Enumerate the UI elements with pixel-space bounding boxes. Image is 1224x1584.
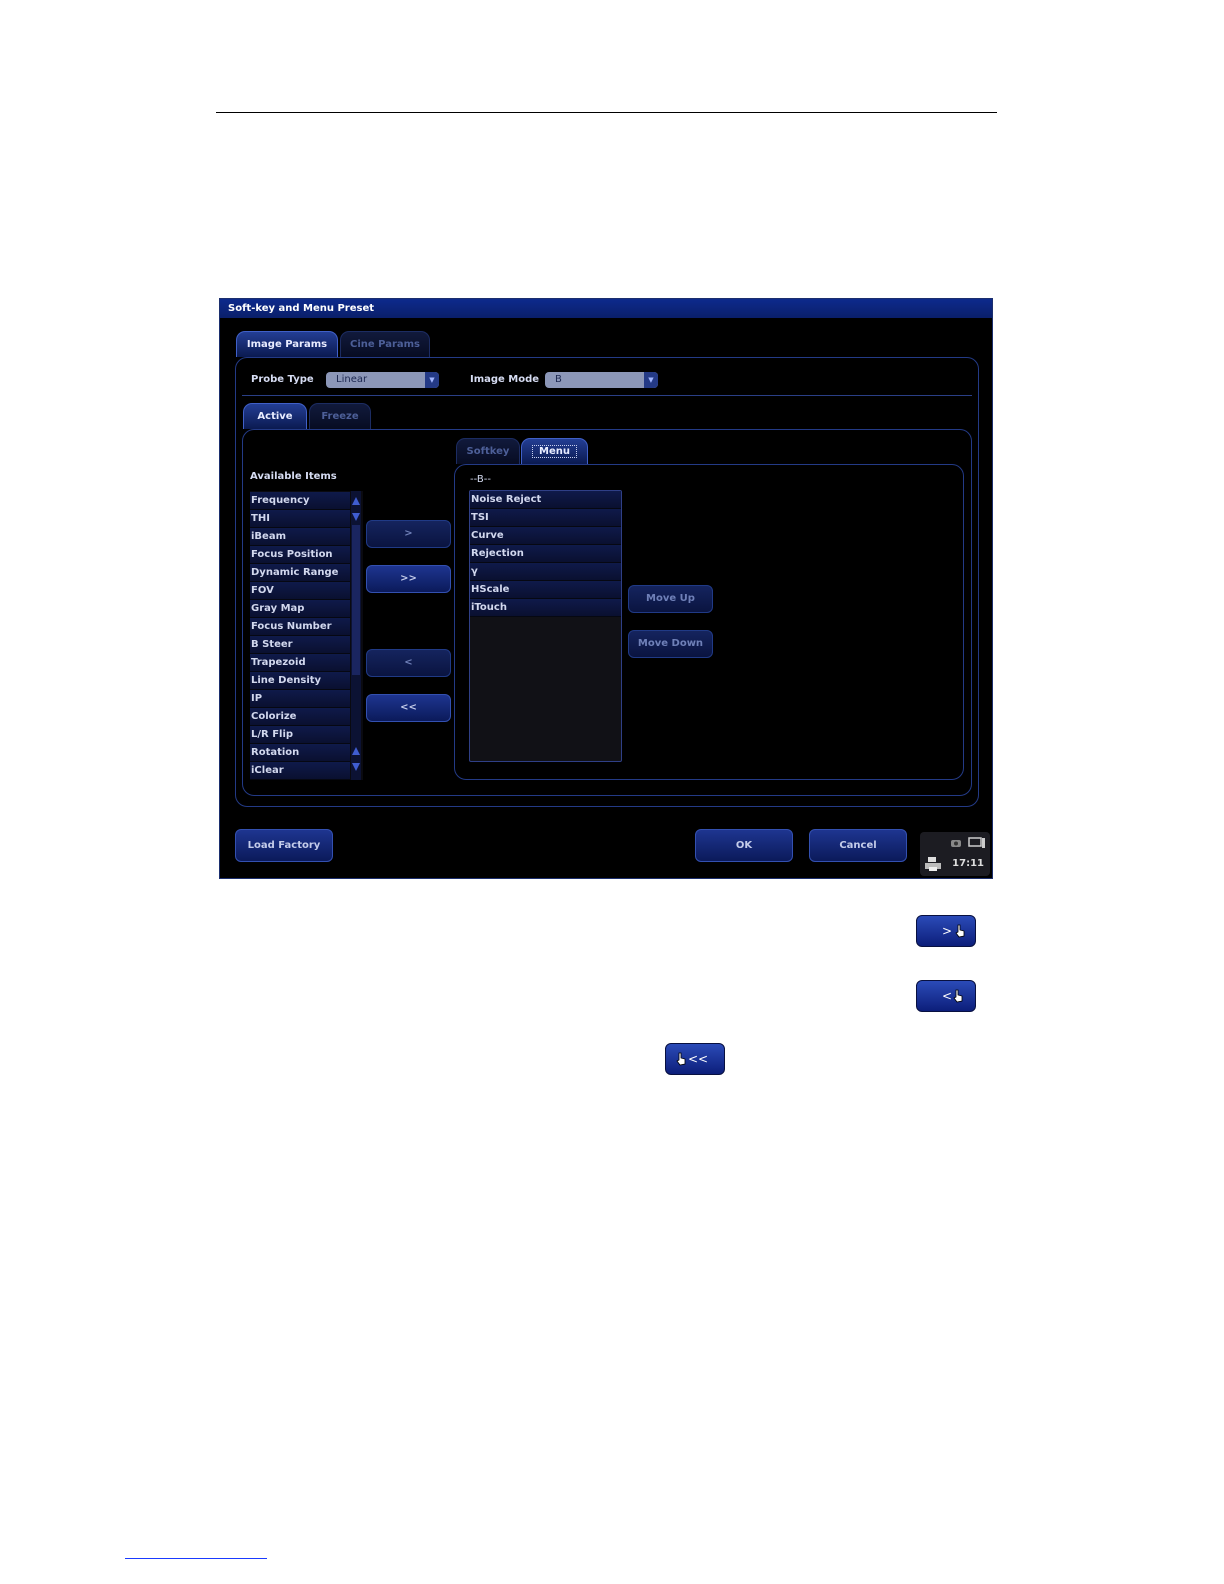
scroll-up-icon[interactable] xyxy=(352,747,360,755)
list-item[interactable]: iClear xyxy=(250,762,350,780)
list-item[interactable]: Line Density xyxy=(250,672,350,690)
page-header-rule xyxy=(216,112,997,113)
cancel-button[interactable]: Cancel xyxy=(809,829,907,862)
list-item[interactable]: γ xyxy=(470,563,621,581)
list-item[interactable]: Rejection xyxy=(470,545,621,563)
list-item[interactable]: Curve xyxy=(470,527,621,545)
tab-active[interactable]: Active xyxy=(243,403,307,429)
printer-icon xyxy=(925,857,941,871)
remove-item-button-inline: < xyxy=(916,980,976,1012)
list-item[interactable]: Gray Map xyxy=(250,600,350,618)
chevron-down-icon: ▼ xyxy=(644,372,658,388)
remove-button-label: < xyxy=(942,989,953,1003)
tab-image-params[interactable]: Image Params xyxy=(236,331,338,357)
list-item[interactable]: THI xyxy=(250,510,350,528)
list-item[interactable]: iBeam xyxy=(250,528,350,546)
available-items-list[interactable]: Frequency THI iBeam Focus Position Dynam… xyxy=(250,491,363,780)
list-item[interactable]: HScale xyxy=(470,581,621,599)
monitor-icon xyxy=(968,837,985,848)
list-item[interactable]: Focus Number xyxy=(250,618,350,636)
tab-freeze[interactable]: Freeze xyxy=(309,403,371,429)
add-item-button-inline: > xyxy=(916,915,976,947)
add-all-button[interactable]: >> xyxy=(366,565,451,593)
list-item[interactable]: IP xyxy=(250,690,350,708)
list-item[interactable]: B Steer xyxy=(250,636,350,654)
selected-items-list[interactable]: Noise Reject TSI Curve Rejection γ HScal… xyxy=(469,490,622,762)
camera-icon xyxy=(951,840,961,847)
list-item[interactable]: TSI xyxy=(470,509,621,527)
clock-time: 17:11 xyxy=(952,858,984,869)
hand-cursor-icon xyxy=(955,924,965,938)
add-button-label: > xyxy=(942,924,953,938)
remove-all-button-inline: << xyxy=(665,1043,725,1075)
list-item[interactable]: iTouch xyxy=(470,599,621,617)
list-item[interactable]: Noise Reject xyxy=(470,491,621,509)
probe-type-label: Probe Type xyxy=(251,374,314,385)
tab-menu-label: Menu xyxy=(532,445,577,458)
chevron-down-icon: ▼ xyxy=(425,372,439,388)
tab-cine-params[interactable]: Cine Params xyxy=(340,331,430,357)
move-down-button[interactable]: Move Down xyxy=(628,630,713,658)
load-factory-button[interactable]: Load Factory xyxy=(235,829,333,862)
probe-type-value: Linear xyxy=(336,374,368,385)
image-mode-select[interactable]: B ▼ xyxy=(545,372,658,388)
ok-button[interactable]: OK xyxy=(695,829,793,862)
preset-dialog: Soft-key and Menu Preset Image Params Ci… xyxy=(219,298,993,879)
available-items-label: Available Items xyxy=(250,471,337,482)
footer-rule xyxy=(125,1558,267,1559)
list-item[interactable]: L/R Flip xyxy=(250,726,350,744)
available-scrollbar[interactable] xyxy=(351,491,361,780)
list-item[interactable]: Trapezoid xyxy=(250,654,350,672)
hand-cursor-icon xyxy=(676,1052,686,1066)
tab-menu[interactable]: Menu xyxy=(521,438,588,464)
divider xyxy=(242,395,972,396)
selected-header: --B-- xyxy=(470,474,491,485)
status-area: 17:11 xyxy=(920,832,990,876)
scroll-down-icon[interactable] xyxy=(352,513,360,521)
scroll-up-icon[interactable] xyxy=(352,497,360,505)
hand-cursor-icon xyxy=(953,989,963,1003)
tab-softkey[interactable]: Softkey xyxy=(456,438,520,464)
image-mode-label: Image Mode xyxy=(470,374,540,385)
list-item[interactable]: Colorize xyxy=(250,708,350,726)
probe-type-select[interactable]: Linear ▼ xyxy=(326,372,439,388)
list-item[interactable]: Frequency xyxy=(250,492,350,510)
remove-item-button[interactable]: < xyxy=(366,649,451,677)
scroll-down-icon[interactable] xyxy=(352,763,360,771)
list-item[interactable]: Rotation xyxy=(250,744,350,762)
list-item[interactable]: FOV xyxy=(250,582,350,600)
remove-all-button[interactable]: << xyxy=(366,694,451,722)
image-mode-value: B xyxy=(555,374,562,385)
list-item[interactable]: Dynamic Range xyxy=(250,564,350,582)
scroll-thumb[interactable] xyxy=(352,525,360,675)
add-item-button[interactable]: > xyxy=(366,520,451,548)
dialog-title: Soft-key and Menu Preset xyxy=(220,299,992,318)
move-up-button[interactable]: Move Up xyxy=(628,585,713,613)
remove-all-button-label: << xyxy=(688,1052,709,1066)
list-item[interactable]: Focus Position xyxy=(250,546,350,564)
